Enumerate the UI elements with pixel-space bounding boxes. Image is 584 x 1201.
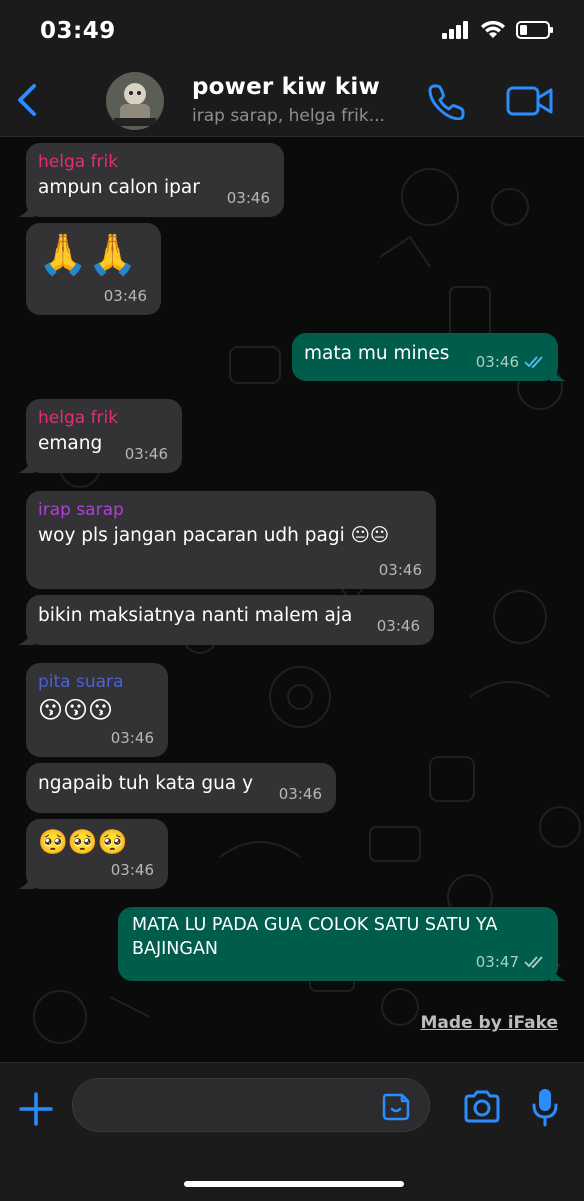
message-bubble-incoming[interactable]: ngapaib tuh kata gua y 03:46 xyxy=(26,763,336,813)
bubble-tail xyxy=(18,873,34,889)
message-text: MATA LU PADA GUA COLOK SATU SATU YA BAJI… xyxy=(132,915,498,959)
sender-name[interactable]: irap sarap xyxy=(38,499,424,521)
watermark-link[interactable]: Made by iFake xyxy=(421,1013,558,1033)
bubble-tail xyxy=(550,965,566,981)
chat-area[interactable]: helga frik ampun calon ipar 03:46 🙏🙏 03:… xyxy=(0,137,584,1062)
message-time: 03:47 xyxy=(476,949,544,975)
bubble-tail xyxy=(18,201,34,217)
sender-name[interactable]: helga frik xyxy=(38,407,170,429)
read-receipt-icon xyxy=(524,956,543,968)
message-time: 03:46 xyxy=(476,349,544,375)
status-icons xyxy=(442,20,554,40)
phone-icon[interactable] xyxy=(428,82,466,120)
input-bar xyxy=(0,1062,584,1201)
message-bubble-incoming[interactable]: 🥺🥺🥺 03:46 xyxy=(18,819,168,889)
sender-name[interactable]: helga frik xyxy=(38,151,272,173)
group-avatar[interactable] xyxy=(106,72,164,130)
message-time: 03:46 xyxy=(376,617,420,635)
chat-header: power kiw kiw irap sarap, helga frik... xyxy=(0,66,584,137)
message-bubble-incoming[interactable]: irap sarap woy pls jangan pacaran udh pa… xyxy=(26,491,436,589)
wifi-icon xyxy=(481,20,505,38)
message-bubble-incoming[interactable]: pita suara 😗😗😗 03:46 xyxy=(26,663,168,757)
message-time: 03:46 xyxy=(103,287,147,305)
chat-title[interactable]: power kiw kiw xyxy=(192,74,380,100)
video-call-icon[interactable] xyxy=(506,84,554,118)
home-indicator xyxy=(184,1181,404,1187)
message-time: 03:46 xyxy=(124,445,168,463)
sender-name[interactable]: pita suara xyxy=(38,671,156,693)
message-time: 03:46 xyxy=(110,861,154,879)
plus-icon[interactable] xyxy=(18,1091,54,1127)
message-bubble-outgoing[interactable]: MATA LU PADA GUA COLOK SATU SATU YA BAJI… xyxy=(118,907,566,981)
message-text: 🥺🥺🥺 xyxy=(38,828,128,856)
status-time: 03:49 xyxy=(40,18,116,44)
sticker-icon[interactable] xyxy=(380,1091,412,1123)
bubble-tail xyxy=(18,629,34,645)
status-bar: 03:49 xyxy=(0,0,584,66)
chat-subtitle[interactable]: irap sarap, helga frik... xyxy=(192,106,422,126)
message-bubble-incoming[interactable]: helga frik emang 03:46 xyxy=(18,399,182,473)
bubble-tail xyxy=(18,457,34,473)
message-input[interactable] xyxy=(72,1078,430,1132)
back-icon[interactable] xyxy=(12,80,42,120)
bubble-tail xyxy=(550,365,566,381)
message-time: 03:46 xyxy=(110,729,154,747)
message-bubble-incoming[interactable]: 🙏🙏 03:46 xyxy=(26,223,161,315)
message-text: bikin maksiatnya nanti malem aja xyxy=(38,605,353,626)
microphone-icon[interactable] xyxy=(530,1087,560,1127)
message-bubble-outgoing[interactable]: mata mu mines 03:46 xyxy=(292,333,566,381)
message-bubble-incoming[interactable]: helga frik ampun calon ipar 03:46 xyxy=(18,143,284,217)
signal-icon xyxy=(442,21,468,39)
message-text: woy pls jangan pacaran udh pagi 😐😐 xyxy=(38,525,390,546)
camera-icon[interactable] xyxy=(462,1089,502,1125)
message-bubble-incoming[interactable]: bikin maksiatnya nanti malem aja 03:46 xyxy=(18,595,434,645)
message-time: 03:46 xyxy=(278,785,322,803)
message-text: 🙏🙏 xyxy=(38,232,138,278)
message-time: 03:46 xyxy=(378,561,422,579)
read-receipt-icon xyxy=(524,356,543,368)
message-time: 03:46 xyxy=(226,189,270,207)
message-text: 😗😗😗 xyxy=(38,696,114,724)
battery-icon xyxy=(516,21,553,39)
